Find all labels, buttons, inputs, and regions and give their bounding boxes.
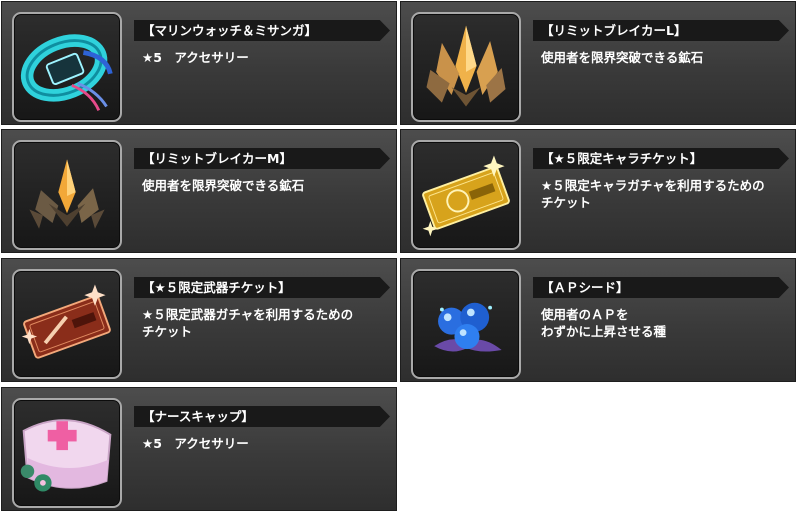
item-description: ★5 アクセサリー (142, 50, 249, 65)
item-thumbnail (411, 12, 521, 122)
item-title: 【リミットブレイカーM】 (142, 151, 292, 166)
item-title: 【ＡＰシード】 (541, 280, 629, 295)
nurse-cap-icon (20, 419, 112, 492)
limit-breaker-l-icon (426, 25, 506, 107)
item-thumbnail (12, 398, 122, 508)
item-description: 使用者を限界突破できる鉱石 (541, 50, 704, 65)
item-description: 使用者を限界突破できる鉱石 (142, 178, 305, 193)
item-thumbnail (12, 140, 122, 250)
item-thumbnail (12, 12, 122, 122)
item-title: 【★５限定キャラチケット】 (541, 151, 703, 166)
item-card-watch-misanga[interactable]: 【マリンウォッチ＆ミサンガ】 ★5 アクセサリー (1, 1, 397, 125)
item-title: 【★５限定武器チケット】 (142, 280, 291, 295)
item-thumbnail (411, 269, 521, 379)
item-card-weapon-ticket[interactable]: 【★５限定武器チケット】 ★５限定武器ガチャを利用するための チケット (1, 258, 397, 382)
item-card-ap-seed[interactable]: 【ＡＰシード】 使用者のＡＰを わずかに上昇させる種 (400, 258, 796, 382)
item-title: 【リミットブレイカーL】 (541, 23, 687, 38)
item-thumbnail (411, 140, 521, 250)
item-card-limit-breaker-l[interactable]: 【リミットブレイカーL】 使用者を限界突破できる鉱石 (400, 1, 796, 125)
item-description: 使用者のＡＰを わずかに上昇させる種 (541, 307, 667, 339)
item-title: 【ナースキャップ】 (142, 409, 254, 424)
limit-breaker-m-icon (29, 159, 105, 229)
item-card-nurse-cap[interactable]: 【ナースキャップ】 ★5 アクセサリー (1, 387, 397, 511)
ap-seed-icon (434, 302, 502, 352)
item-thumbnail (12, 269, 122, 379)
watch-and-misanga-icon (20, 34, 113, 111)
item-description: ★5 アクセサリー (142, 436, 249, 451)
item-description: ★５限定キャラガチャを利用するための チケット (541, 178, 765, 210)
item-title: 【マリンウォッチ＆ミサンガ】 (142, 23, 318, 38)
item-description: ★５限定武器ガチャを利用するための チケット (142, 307, 354, 339)
item-card-gold-ticket[interactable]: 【★５限定キャラチケット】 ★５限定キャラガチャを利用するための チケット (400, 129, 796, 253)
item-card-limit-breaker-m[interactable]: 【リミットブレイカーM】 使用者を限界突破できる鉱石 (1, 129, 397, 253)
weapon-ticket-icon (21, 284, 111, 359)
gold-ticket-icon (422, 155, 510, 237)
